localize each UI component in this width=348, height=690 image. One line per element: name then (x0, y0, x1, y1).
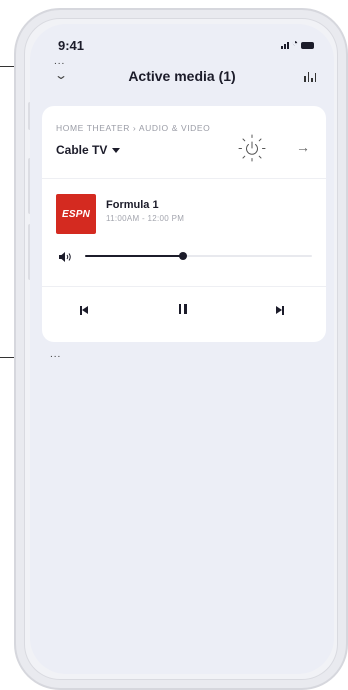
media-card: HOME THEATER › AUDIO & VIDEO Cable TV → … (42, 106, 326, 342)
phone-screen: 9:41 ◔ ⌄ Active media (1) HOME THEATER ›… (30, 24, 334, 674)
breadcrumb[interactable]: HOME THEATER › AUDIO & VIDEO (56, 123, 210, 133)
pause-icon (178, 304, 181, 314)
volume-icon[interactable] (58, 251, 72, 263)
next-icon-bar (282, 305, 284, 315)
signal-icon (280, 42, 289, 49)
page-title: Active media (1) (128, 68, 236, 84)
source-selector[interactable]: Cable TV (56, 143, 121, 157)
equalizer-icon[interactable] (304, 72, 316, 82)
volume-fill (85, 255, 183, 257)
program-title: Formula 1 (106, 199, 159, 211)
annotation-dots: ... (50, 349, 62, 360)
divider (42, 178, 326, 179)
volume-slider[interactable] (85, 252, 312, 260)
annotation-dots: ... (54, 56, 66, 67)
arrow-right-icon[interactable]: → (296, 139, 310, 155)
battery-icon (301, 42, 314, 49)
channel-logo: ESPN (56, 194, 96, 234)
program-time: 11:00AM - 12:00 PM (106, 214, 185, 223)
divider (42, 286, 326, 287)
power-icon[interactable] (238, 134, 266, 162)
pause-icon-bar (184, 304, 187, 314)
caret-down-icon (112, 147, 121, 153)
pause-button[interactable] (177, 304, 188, 317)
previous-icon-arrow (82, 306, 88, 315)
next-button[interactable] (276, 304, 284, 316)
status-time: 9:41 (58, 38, 85, 53)
volume-thumb[interactable] (178, 252, 187, 260)
source-label: Cable TV (56, 143, 108, 157)
header-bar: ⌄ Active media (1) (30, 66, 334, 90)
wifi-icon: ◔ (291, 38, 298, 49)
status-icons: ◔ (280, 38, 314, 49)
previous-button[interactable] (80, 304, 88, 316)
